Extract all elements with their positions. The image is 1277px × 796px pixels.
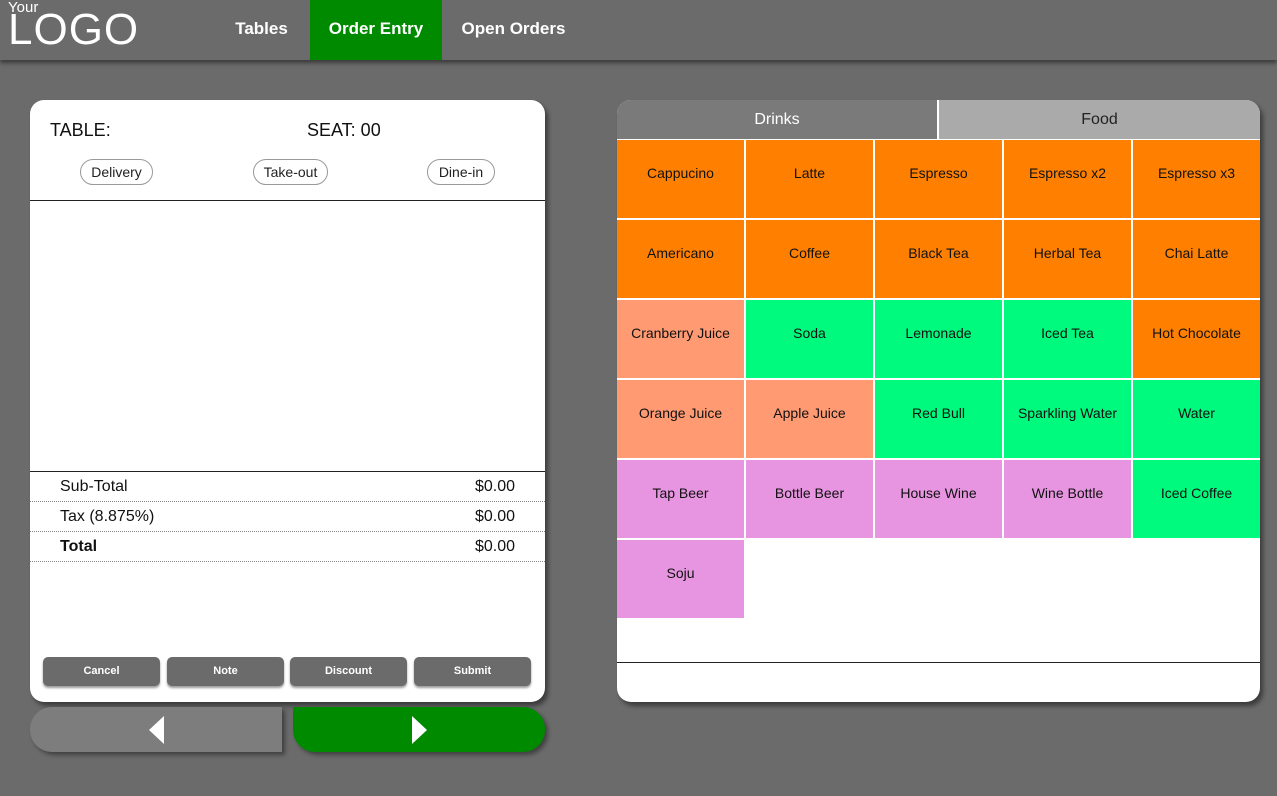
previous-button[interactable] [30,707,282,752]
triangle-right-icon [412,716,427,744]
submit-button[interactable]: Submit [414,657,531,686]
subtotal-row: Sub-Total $0.00 [30,472,545,502]
delivery-button[interactable]: Delivery [80,159,153,185]
tab-drinks[interactable]: Drinks [617,100,937,139]
menu-panel: Drinks Food Cappucino Latte Espresso Espres… [617,100,1260,702]
total-label: Total [60,538,98,555]
menu-item-orange-juice[interactable]: Orange Juice [617,380,744,458]
menu-item-americano[interactable]: Americano [617,220,744,298]
logo-text: LOGO [8,5,140,54]
tab-food[interactable]: Food [939,100,1260,139]
menu-item-grid: Cappucino Latte Espresso Espresso x2 Espress… [617,140,1260,618]
menu-item-tap-beer[interactable]: Tap Beer [617,460,744,538]
menu-item-hot-chocolate[interactable]: Hot Chocolate [1133,300,1260,378]
order-panel: TABLE: SEAT: 00 Delivery Take-out Dine-i… [30,100,545,702]
triangle-left-icon [149,716,164,744]
top-bar: Your LOGO Tables Order Entry Open Orders [0,0,1277,60]
dine-in-button[interactable]: Dine-in [427,159,495,185]
menu-item-soju[interactable]: Soju [617,540,744,618]
next-button[interactable] [293,707,545,752]
menu-item-iced-tea[interactable]: Iced Tea [1004,300,1131,378]
menu-item-soda[interactable]: Soda [746,300,873,378]
menu-item-red-bull[interactable]: Red Bull [875,380,1002,458]
seat-label: SEAT: 00 [307,120,381,140]
subtotal-value: $0.00 [474,478,515,495]
take-out-button[interactable]: Take-out [253,159,328,185]
tax-row: Tax (8.875%) $0.00 [30,502,545,532]
menu-item-apple-juice[interactable]: Apple Juice [746,380,873,458]
menu-item-sparkling-water[interactable]: Sparkling Water [1004,380,1131,458]
order-items-list[interactable] [30,201,545,471]
menu-item-chai-latte[interactable]: Chai Latte [1133,220,1260,298]
subtotal-label: Sub-Total [60,478,128,495]
discount-button[interactable]: Discount [290,657,407,686]
menu-item-black-tea[interactable]: Black Tea [875,220,1002,298]
nav-tab-open-orders[interactable]: Open Orders [452,0,575,60]
tax-value: $0.00 [474,508,515,525]
menu-item-espresso-x2[interactable]: Espresso x2 [1004,140,1131,218]
nav-tab-order-entry[interactable]: Order Entry [310,0,442,60]
total-row: Total $0.00 [30,532,545,562]
tax-label: Tax (8.875%) [60,508,155,525]
menu-item-coffee[interactable]: Coffee [746,220,873,298]
cancel-button[interactable]: Cancel [43,657,160,686]
nav-tab-tables[interactable]: Tables [218,0,305,60]
divider [617,662,1260,663]
menu-item-cappucino[interactable]: Cappucino [617,140,744,218]
menu-item-water[interactable]: Water [1133,380,1260,458]
note-button[interactable]: Note [167,657,284,686]
menu-item-lemonade[interactable]: Lemonade [875,300,1002,378]
menu-item-espresso[interactable]: Espresso [875,140,1002,218]
menu-item-espresso-x3[interactable]: Espresso x3 [1133,140,1260,218]
menu-item-iced-coffee[interactable]: Iced Coffee [1133,460,1260,538]
menu-item-latte[interactable]: Latte [746,140,873,218]
menu-item-wine-bottle[interactable]: Wine Bottle [1004,460,1131,538]
total-value: $0.00 [474,538,515,555]
menu-item-herbal-tea[interactable]: Herbal Tea [1004,220,1131,298]
table-label: TABLE: [50,120,111,140]
menu-item-cranberry-juice[interactable]: Cranberry Juice [617,300,744,378]
menu-item-house-wine[interactable]: House Wine [875,460,1002,538]
menu-item-bottle-beer[interactable]: Bottle Beer [746,460,873,538]
